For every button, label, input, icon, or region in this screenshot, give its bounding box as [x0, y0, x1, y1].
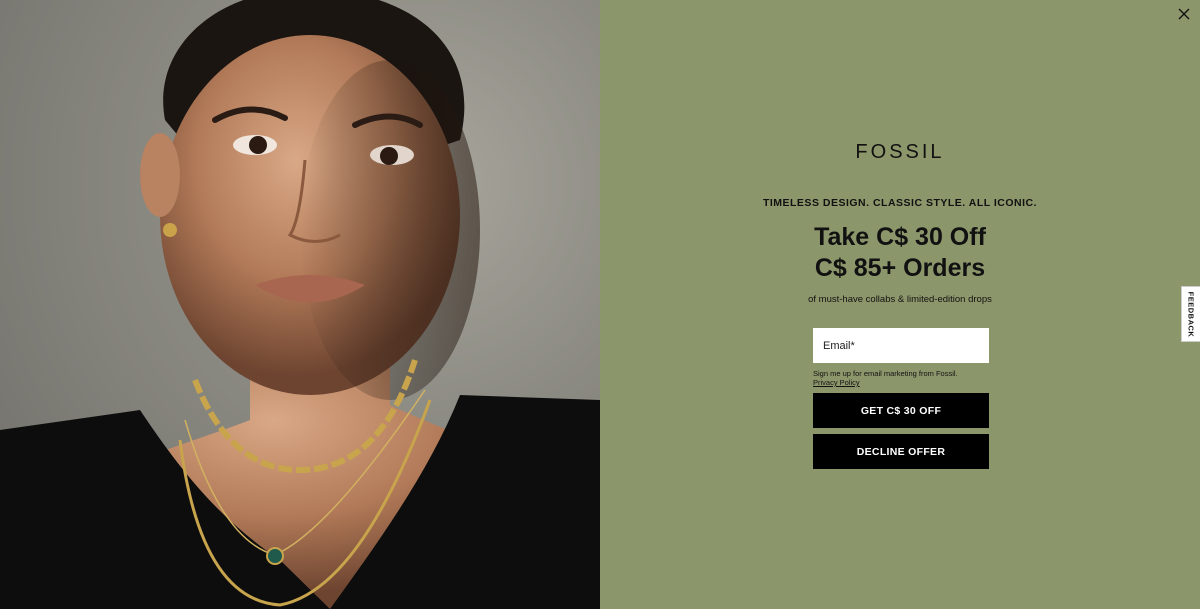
close-icon — [1178, 8, 1190, 20]
offer-subline: of must-have collabs & limited-edition d… — [808, 294, 992, 305]
get-discount-button[interactable]: GET C$ 30 OFF — [813, 393, 989, 428]
feedback-tab[interactable]: FEEDBACK — [1181, 286, 1200, 342]
email-field[interactable] — [813, 328, 989, 363]
headline-line-2: C$ 85+ Orders — [814, 254, 986, 282]
hero-photo — [0, 0, 600, 609]
fossil-logo: FOSSIL — [855, 141, 945, 163]
headline-line-1: Take C$ 30 Off — [814, 223, 986, 251]
decline-offer-button[interactable]: DECLINE OFFER — [813, 434, 989, 469]
offer-panel: FOSSIL TIMELESS DESIGN. CLASSIC STYLE. A… — [600, 0, 1200, 609]
privacy-policy-link[interactable]: Privacy Policy — [813, 378, 860, 387]
offer-headline: Take C$ 30 Off C$ 85+ Orders — [600, 222, 1200, 284]
tagline: TIMELESS DESIGN. CLASSIC STYLE. ALL ICON… — [762, 197, 1038, 209]
feedback-tab-label: FEEDBACK — [1186, 291, 1196, 337]
consent-text: Sign me up for email marketing from Foss… — [813, 369, 958, 378]
signup-modal: FOSSIL TIMELESS DESIGN. CLASSIC STYLE. A… — [0, 0, 1200, 609]
close-button[interactable] — [1174, 4, 1194, 24]
consent-text-block: Sign me up for email marketing from Foss… — [813, 369, 1013, 387]
portrait-illustration — [0, 0, 600, 609]
